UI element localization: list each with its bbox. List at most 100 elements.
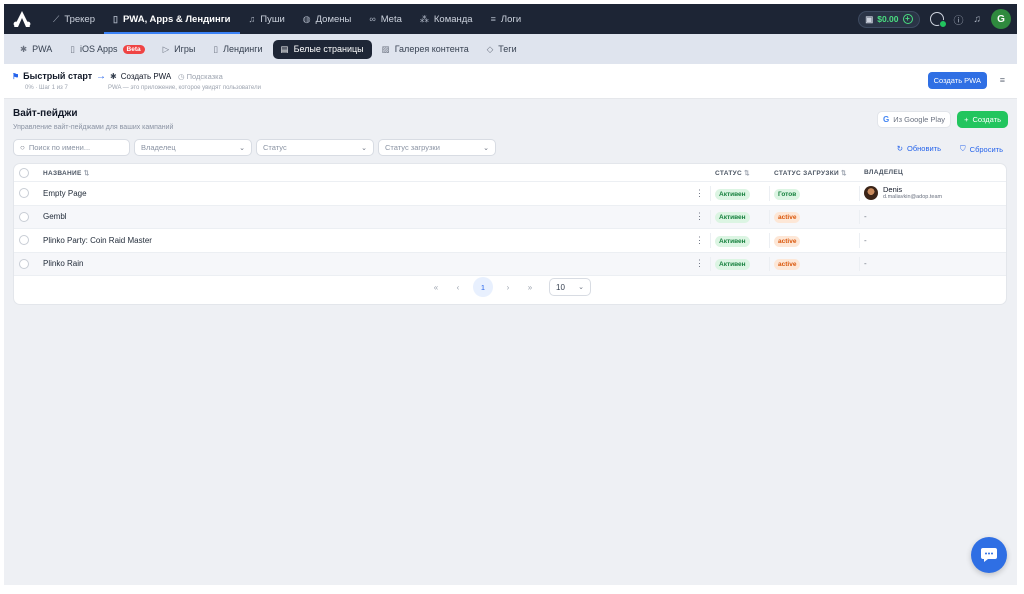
page-title: Вайт-пейджи [13,108,78,119]
tab-pwa[interactable]: ✱ PWA [12,40,60,59]
owner-cell: Denis d.maliavkin@adop.team [864,185,942,201]
divider [710,256,711,271]
table-row[interactable]: Plinko Party: Coin Raid Master ⋮ Активен… [14,229,1006,253]
status-select-label: Статус [263,143,287,152]
tab-white-pages[interactable]: ▤ Белые страницы [272,39,372,59]
pagination: « ‹ 1 › » 10 ⌄ [14,277,1006,297]
table-header: НАЗВАНИЕ ⇅ СТАТУС ⇅ СТАТУС ЗАГРУЗКИ ⇅ ВЛ… [14,164,1006,182]
tab-tags[interactable]: ◇ Теги [479,40,525,59]
phone-icon: ▯ [112,13,118,24]
balance-button[interactable]: ▣ $0.00 + [858,10,920,28]
white-pages-table: НАЗВАНИЕ ⇅ СТАТУС ⇅ СТАТУС ЗАГРУЗКИ ⇅ ВЛ… [13,163,1007,305]
next-page-icon[interactable]: › [501,283,515,292]
tab-label: Галерея контента [394,44,469,54]
page-button-current[interactable]: 1 [473,277,493,297]
tab-label: Белые страницы [293,44,364,54]
row-name[interactable]: Plinko Party: Coin Raid Master [43,236,152,245]
google-play-button[interactable]: G Из Google Play [876,111,951,128]
status-badge: Активен [715,235,750,247]
more-icon[interactable]: ⋮ [695,211,704,222]
hint-link[interactable]: ◷ Подсказка [178,72,223,81]
more-icon[interactable]: ⋮ [695,235,704,246]
quick-start-step[interactable]: → ✱ Создать PWA [96,71,171,82]
google-play-label: Из Google Play [893,115,945,124]
search-input[interactable]: ○ Поиск по имени... [13,139,130,156]
top-nav: ⟋ Трекер ▯ PWA, Apps & Лендинги ♫ Пуши ◍ Дом… [4,4,1017,34]
tab-ios-apps[interactable]: ▯ iOS Apps Beta [62,40,152,59]
divider [859,209,860,224]
avatar[interactable]: G [991,9,1011,29]
owner-cell: - [864,235,867,245]
last-page-icon[interactable]: » [523,283,537,292]
quick-start-bar: ⚑ Быстрый старт 0% · Шаг 1 из 7 → ✱ Создать… [4,64,1017,99]
row-checkbox[interactable] [19,211,29,222]
column-header-status[interactable]: СТАТУС ⇅ [715,169,750,177]
status-select[interactable]: Статус ⌄ [256,139,374,156]
logo-icon[interactable] [12,9,32,29]
row-name[interactable]: Gembl [43,212,67,221]
plus-icon: + [902,14,913,24]
tab-landings[interactable]: ▯ Лендинги [205,40,270,59]
quick-start-description: PWA — это приложение, которое увидят пол… [108,85,261,91]
more-icon[interactable]: ⋮ [695,188,704,199]
main-content: Вайт-пейджи Управление вайт-пейджами для… [4,99,1017,585]
nav-item-label: Команда [433,13,473,25]
nav-item-push[interactable]: ♫ Пуши [240,4,294,34]
first-page-icon[interactable]: « [429,283,443,292]
nav-item-meta[interactable]: ∞ Meta [360,4,411,34]
nav-item-team[interactable]: ⁂ Команда [411,4,482,34]
nav-item-logs[interactable]: ≡ Логи [482,4,531,34]
chevron-down-icon: ⌄ [483,144,489,152]
divider [710,186,711,201]
chat-button[interactable] [971,537,1007,573]
page-icon: ▤ [280,43,289,54]
row-name[interactable]: Plinko Rain [43,259,83,268]
nav-item-domains[interactable]: ◍ Домены [294,4,361,34]
chevron-down-icon: ⌄ [239,144,245,152]
more-icon[interactable]: ⋮ [695,258,704,269]
row-checkbox[interactable] [19,258,29,269]
notification-bell-icon[interactable]: ♫ [974,14,982,25]
nav-item-pwa[interactable]: ▯ PWA, Apps & Лендинги [103,4,240,34]
per-page-select[interactable]: 10 ⌄ [549,278,591,296]
header-label: ВЛАДЕЛЕЦ [864,169,904,176]
help-icon[interactable]: ⓘ [954,12,964,27]
header-label: НАЗВАНИЕ [43,169,82,177]
reset-label: Сбросить [969,144,1003,154]
prev-page-icon[interactable]: ‹ [451,283,465,292]
load-status-select[interactable]: Статус загрузки ⌄ [378,139,496,156]
table-row[interactable]: Empty Page ⋮ Активен Готов Denis d.maliav… [14,182,1006,206]
owner-select[interactable]: Владелец ⌄ [134,139,252,156]
team-icon: ⁂ [419,13,429,24]
hint-label: Подсказка [186,72,223,81]
divider [769,186,770,201]
refresh-button[interactable]: ↻ Обновить [897,144,941,153]
quick-start-title[interactable]: ⚑ Быстрый старт [12,71,92,81]
nav-right: ▣ $0.00 + ⓘ ♫ G [858,9,1011,29]
chevron-down-icon: ⌄ [361,144,367,152]
column-header-load-status[interactable]: СТАТУС ЗАГРУЗКИ ⇅ [774,169,847,177]
tab-content-gallery[interactable]: ▨ Галерея контента [374,40,477,59]
row-name[interactable]: Empty Page [43,189,87,198]
plus-icon: + [964,115,969,124]
load-status-select-label: Статус загрузки [385,143,440,152]
status-badge: Активен [715,188,750,200]
row-checkbox[interactable] [19,188,29,199]
table-row[interactable]: Plinko Rain ⋮ Активен active - [14,252,1006,276]
clock-icon: ◷ [178,72,185,81]
create-pwa-button[interactable]: Создать PWA [927,72,987,89]
row-checkbox[interactable] [19,235,29,246]
status-badge: Активен [715,212,750,224]
create-button[interactable]: + Создать [957,111,1008,128]
column-header-name[interactable]: НАЗВАНИЕ ⇅ [43,169,90,177]
table-row[interactable]: Gembl ⋮ Активен active - [14,205,1006,229]
reset-button[interactable]: ⛉ Сбросить [960,144,1003,154]
select-all-checkbox[interactable] [19,167,29,178]
tab-label: Лендинги [223,44,263,54]
menu-icon[interactable]: ≡ [1000,75,1005,85]
arrow-right-icon: → [96,71,106,82]
nav-item-tracker[interactable]: ⟋ Трекер [44,4,104,34]
phone-icon: ▯ [70,43,75,54]
tab-games[interactable]: ▷ Игры [155,40,204,59]
support-agent-icon[interactable] [929,12,947,28]
